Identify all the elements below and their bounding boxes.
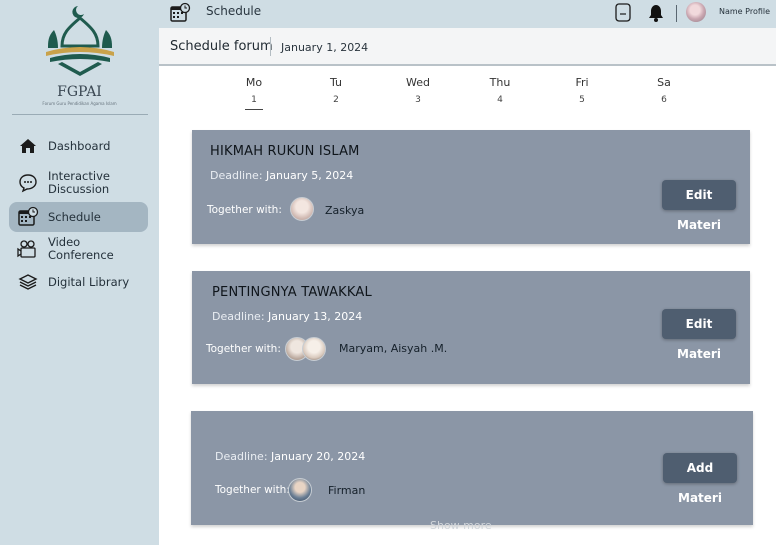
together-label: Together with: (207, 204, 282, 216)
card-title: PENTINGNYA TAWAKKAL (212, 285, 372, 300)
deadline-value: January 20, 2024 (271, 450, 366, 463)
day-name: Thu (489, 76, 511, 89)
day-date: 4 (497, 95, 503, 105)
participant-names: Zaskya (325, 204, 365, 217)
mosque-book-logo (46, 6, 114, 76)
deadline-label: Deadline: (212, 310, 265, 323)
day-date: 6 (661, 95, 667, 105)
card-deadline: Deadline: January 13, 2024 (212, 310, 362, 323)
schedule-card: HIKMAH RUKUN ISLAM Deadline: January 5, … (192, 130, 750, 244)
home-icon (16, 134, 40, 158)
brand-name: FGPAI (57, 84, 102, 100)
day-friday[interactable]: Fri 5 (562, 76, 602, 105)
day-name: Tu (329, 76, 343, 89)
day-monday[interactable]: Mo 1 (234, 76, 274, 110)
day-date: 2 (333, 95, 339, 105)
avatar[interactable] (686, 2, 706, 22)
together-label: Together with: (206, 343, 281, 355)
day-name: Mo (245, 76, 263, 89)
sidebar-item-dashboard[interactable]: Dashboard (9, 135, 148, 157)
top-bar: Schedule Name Profile (159, 0, 776, 28)
divider (676, 5, 677, 22)
edit-materi-button[interactable]: Edit Materi (662, 180, 736, 232)
sidebar-item-digital-library[interactable]: Digital Library (9, 271, 148, 293)
bell-icon[interactable] (648, 4, 664, 22)
day-date: 5 (579, 95, 585, 105)
day-thursday[interactable]: Thu 4 (480, 76, 520, 105)
section-title: Schedule forum (170, 39, 273, 54)
show-more-link[interactable]: Show more (430, 519, 492, 532)
participant-names: Firman (328, 484, 366, 497)
active-day-indicator (245, 109, 263, 110)
brand-divider (12, 114, 148, 115)
calendar-clock-icon (16, 205, 40, 229)
day-name: Sa (657, 76, 671, 89)
sidebar-item-label: Digital Library (48, 274, 130, 289)
edit-materi-button[interactable]: Edit Materi (662, 309, 736, 361)
sidebar: FGPAI Forum Guru Pendidikan Agama Islam … (0, 0, 159, 545)
day-name: Fri (575, 76, 589, 89)
page-title: Schedule (206, 4, 262, 18)
add-materi-button[interactable]: Add Materi (663, 453, 737, 505)
chat-icon (16, 171, 40, 195)
participant-names: Maryam, Aisyah .M. (339, 342, 448, 355)
brand-tagline: Forum Guru Pendidikan Agama Islam (42, 101, 117, 106)
day-date: 3 (415, 95, 421, 105)
card-deadline: Deadline: January 20, 2024 (215, 450, 365, 463)
video-camera-icon (16, 237, 40, 261)
sidebar-item-label: Schedule (48, 209, 101, 224)
schedule-card: PENTINGNYA TAWAKKAL Deadline: January 13… (192, 271, 750, 384)
card-deadline: Deadline: January 5, 2024 (210, 169, 353, 182)
books-icon (16, 270, 40, 294)
deadline-label: Deadline: (210, 169, 263, 182)
sidebar-item-label: Video Conference (48, 235, 114, 262)
current-date: January 1, 2024 (281, 41, 369, 54)
deadline-value: January 13, 2024 (268, 310, 363, 323)
day-saturday[interactable]: Sa 6 (644, 76, 684, 105)
profile-name[interactable]: Name Profile (719, 7, 770, 16)
avatar (290, 197, 314, 221)
bookmark-icon[interactable] (614, 3, 632, 23)
sidebar-item-label: Dashboard (48, 138, 111, 153)
card-title: HIKMAH RUKUN ISLAM (210, 144, 360, 159)
sub-header: Schedule forum January 1, 2024 (159, 28, 776, 66)
sidebar-item-label: Interactive Discussion (48, 169, 110, 196)
avatar (302, 337, 326, 361)
sidebar-item-video-conference[interactable]: Video Conference (9, 234, 148, 264)
deadline-label: Deadline: (215, 450, 268, 463)
day-wednesday[interactable]: Wed 3 (398, 76, 438, 105)
deadline-value: January 5, 2024 (266, 169, 354, 182)
calendar-clock-icon (170, 2, 191, 22)
day-tuesday[interactable]: Tu 2 (316, 76, 356, 105)
avatar (288, 478, 312, 502)
schedule-card: Deadline: January 20, 2024 Together with… (191, 411, 753, 525)
sidebar-item-interactive-discussion[interactable]: Interactive Discussion (9, 168, 148, 198)
divider (270, 37, 271, 56)
together-label: Together with: (215, 484, 290, 496)
day-date: 1 (251, 95, 257, 105)
sidebar-item-schedule[interactable]: Schedule (9, 202, 148, 232)
day-name: Wed (406, 76, 430, 89)
